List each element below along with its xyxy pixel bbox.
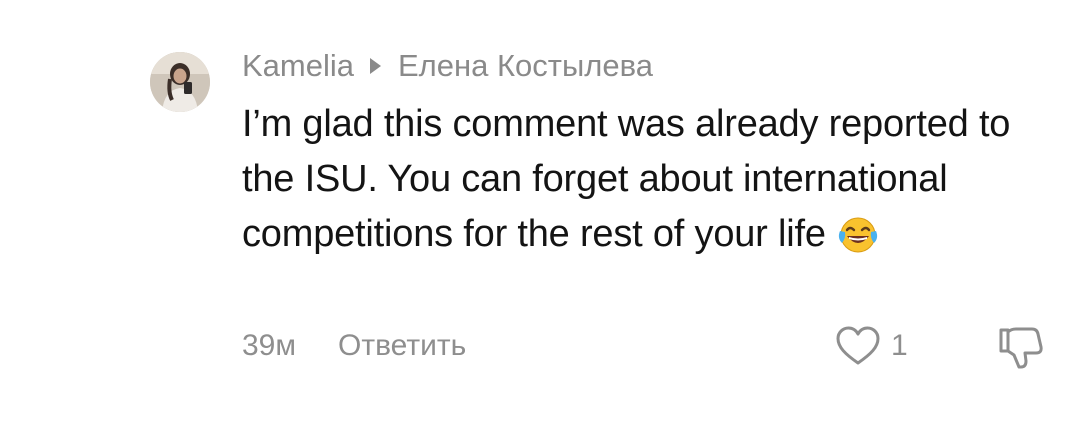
comment-header: Kamelia Елена Костылева: [242, 46, 653, 86]
reply-to-name[interactable]: Елена Костылева: [398, 48, 653, 84]
comment-text-block: I’m glad this comment was already report…: [242, 97, 1042, 270]
thumbs-down-outline-icon: [999, 327, 1043, 369]
like-count: 1: [891, 329, 908, 362]
user-photo-icon: [150, 52, 210, 112]
like-button[interactable]: 1: [835, 324, 908, 368]
author-name[interactable]: Kamelia: [242, 48, 354, 84]
reply-button[interactable]: Ответить: [338, 329, 466, 363]
comment-item: Kamelia Елена Костылева I’m glad this co…: [0, 0, 1080, 431]
avatar[interactable]: [150, 52, 210, 112]
comment-footer: 39м Ответить: [242, 326, 466, 366]
dislike-button[interactable]: [995, 322, 1045, 372]
comment-text: I’m glad this comment was already report…: [242, 103, 1011, 255]
heart-outline-icon: [836, 326, 880, 365]
reply-arrow-icon: [370, 58, 381, 74]
face-with-tears-of-joy-icon: [836, 214, 880, 270]
comment-time: 39м: [242, 329, 296, 362]
